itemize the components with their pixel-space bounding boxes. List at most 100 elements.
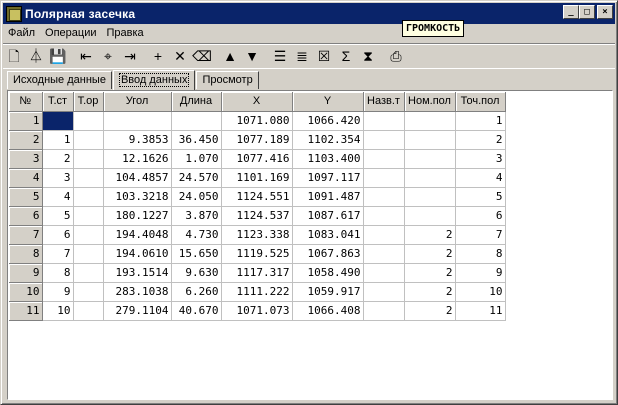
table-cell[interactable]: 180.1227 bbox=[103, 206, 172, 226]
list-numbered-button[interactable]: ≣ bbox=[291, 45, 313, 67]
table-cell[interactable]: 1 bbox=[42, 130, 74, 150]
table-cell[interactable]: 9.630 bbox=[171, 263, 222, 283]
table-cell[interactable]: 10 bbox=[42, 301, 74, 321]
table-cell[interactable]: 9 bbox=[42, 282, 74, 302]
data-grid[interactable]: № Т.ст Т.ор Угол Длина X Y Назв.т Ном.пол Точ.пол… bbox=[7, 90, 613, 400]
table-cell[interactable] bbox=[363, 263, 405, 283]
table-cell[interactable] bbox=[363, 301, 405, 321]
table-cell[interactable]: 6 bbox=[42, 225, 74, 245]
table-cell[interactable]: 194.4048 bbox=[103, 225, 172, 245]
table-cell[interactable] bbox=[404, 111, 456, 131]
row-header[interactable]: 6 bbox=[9, 206, 43, 226]
table-cell[interactable]: 1077.416 bbox=[221, 149, 293, 169]
table-cell[interactable] bbox=[363, 206, 405, 226]
table-cell[interactable] bbox=[404, 149, 456, 169]
table-cell[interactable]: 40.670 bbox=[171, 301, 222, 321]
row-header[interactable]: 9 bbox=[9, 263, 43, 283]
table-cell[interactable] bbox=[404, 187, 456, 207]
table-cell[interactable] bbox=[363, 168, 405, 188]
table-cell[interactable]: 1066.408 bbox=[292, 301, 364, 321]
new-document-button[interactable]: 🗋 bbox=[3, 45, 25, 67]
table-row[interactable]: 11 10 279.1104 40.670 1071.073 1066.408 2 11 bbox=[9, 301, 506, 321]
table-row[interactable]: 9 8 193.1514 9.630 1117.317 1058.490 2 9 bbox=[9, 263, 506, 283]
table-cell[interactable]: 8 bbox=[42, 263, 74, 283]
mirror-button[interactable]: ⧗ bbox=[357, 45, 379, 67]
table-cell[interactable]: 9.3853 bbox=[103, 130, 172, 150]
table-cell[interactable]: 36.450 bbox=[171, 130, 222, 150]
title-bar[interactable]: Полярная засечка _ □ × bbox=[3, 3, 615, 24]
add-row-button[interactable]: + bbox=[147, 45, 169, 67]
menu-edit[interactable]: Правка bbox=[102, 27, 149, 39]
table-cell[interactable]: 5 bbox=[42, 206, 74, 226]
table-cell[interactable]: 2 bbox=[404, 225, 456, 245]
table-cell[interactable] bbox=[73, 263, 104, 283]
target-button[interactable]: ⌖ bbox=[97, 45, 119, 67]
delete-row-button[interactable]: ✕ bbox=[169, 45, 191, 67]
table-cell[interactable] bbox=[363, 282, 405, 302]
table-cell[interactable]: 2 bbox=[404, 301, 456, 321]
table-cell[interactable]: 24.570 bbox=[171, 168, 222, 188]
table-cell[interactable]: 7 bbox=[42, 244, 74, 264]
table-cell[interactable]: 3.870 bbox=[171, 206, 222, 226]
save-button[interactable]: 💾 bbox=[47, 45, 69, 67]
move-down-button[interactable]: ▼ bbox=[241, 45, 263, 67]
table-cell[interactable]: 1066.420 bbox=[292, 111, 364, 131]
print-button[interactable]: ⎙ bbox=[385, 45, 407, 67]
tab-preview[interactable]: Просмотр bbox=[196, 71, 259, 89]
table-cell[interactable] bbox=[103, 111, 172, 131]
header-col-station[interactable]: Т.ст bbox=[42, 92, 74, 112]
table-cell[interactable]: 1124.551 bbox=[221, 187, 293, 207]
table-cell[interactable] bbox=[73, 244, 104, 264]
table-cell[interactable] bbox=[363, 225, 405, 245]
header-col-y[interactable]: Y bbox=[292, 92, 364, 112]
row-header[interactable]: 10 bbox=[9, 282, 43, 302]
row-header[interactable]: 2 bbox=[9, 130, 43, 150]
table-row[interactable]: 1 1071.080 1066.420 1 bbox=[9, 111, 506, 131]
header-col-orientation[interactable]: Т.ор bbox=[73, 92, 104, 112]
survey-station-button[interactable]: ⏃ bbox=[25, 45, 47, 67]
numbering-button[interactable]: ☰ bbox=[269, 45, 291, 67]
table-cell[interactable] bbox=[404, 130, 456, 150]
table-cell[interactable] bbox=[73, 225, 104, 245]
header-col-polygon-point[interactable]: Точ.пол bbox=[455, 92, 506, 112]
table-cell[interactable]: 1124.537 bbox=[221, 206, 293, 226]
table-cell[interactable] bbox=[363, 149, 405, 169]
table-cell[interactable]: 4.730 bbox=[171, 225, 222, 245]
table-cell[interactable]: 2 bbox=[404, 282, 456, 302]
row-header[interactable]: 7 bbox=[9, 225, 43, 245]
table-cell[interactable]: 8 bbox=[455, 244, 506, 264]
table-cell[interactable]: 11 bbox=[455, 301, 506, 321]
table-cell[interactable] bbox=[363, 111, 405, 131]
table-cell[interactable]: 1103.400 bbox=[292, 149, 364, 169]
table-cell[interactable]: 1097.117 bbox=[292, 168, 364, 188]
row-header[interactable]: 8 bbox=[9, 244, 43, 264]
table-row[interactable]: 6 5 180.1227 3.870 1124.537 1087.617 6 bbox=[9, 206, 506, 226]
import-point-button[interactable]: ⇤ bbox=[75, 45, 97, 67]
table-row[interactable]: 7 6 194.4048 4.730 1123.338 1083.041 2 7 bbox=[9, 225, 506, 245]
table-cell[interactable]: 1.070 bbox=[171, 149, 222, 169]
table-row[interactable]: 2 1 9.3853 36.450 1077.189 1102.354 2 bbox=[9, 130, 506, 150]
row-header[interactable]: 11 bbox=[9, 301, 43, 321]
table-row[interactable]: 8 7 194.0610 15.650 1119.525 1067.863 2 8 bbox=[9, 244, 506, 264]
row-header[interactable]: 4 bbox=[9, 168, 43, 188]
row-header[interactable]: 1 bbox=[9, 111, 43, 131]
table-cell[interactable] bbox=[404, 168, 456, 188]
table-cell[interactable]: 3 bbox=[455, 149, 506, 169]
table-cell[interactable]: 103.3218 bbox=[103, 187, 172, 207]
table-cell[interactable]: 10 bbox=[455, 282, 506, 302]
table-cell[interactable]: 4 bbox=[42, 187, 74, 207]
table-cell[interactable] bbox=[73, 187, 104, 207]
delete-list-button[interactable]: ☒ bbox=[313, 45, 335, 67]
table-cell[interactable]: 1087.617 bbox=[292, 206, 364, 226]
table-cell[interactable]: 3 bbox=[42, 168, 74, 188]
sum-button[interactable]: Σ bbox=[335, 45, 357, 67]
table-cell[interactable] bbox=[73, 149, 104, 169]
menu-file[interactable]: Файл bbox=[3, 27, 40, 39]
row-header[interactable]: 5 bbox=[9, 187, 43, 207]
table-cell[interactable]: 1117.317 bbox=[221, 263, 293, 283]
app-icon[interactable] bbox=[6, 5, 22, 22]
table-cell[interactable]: 2 bbox=[404, 244, 456, 264]
table-cell[interactable]: 1058.490 bbox=[292, 263, 364, 283]
menu-operations[interactable]: Операции bbox=[40, 27, 101, 39]
header-col-number[interactable]: № bbox=[9, 92, 43, 112]
